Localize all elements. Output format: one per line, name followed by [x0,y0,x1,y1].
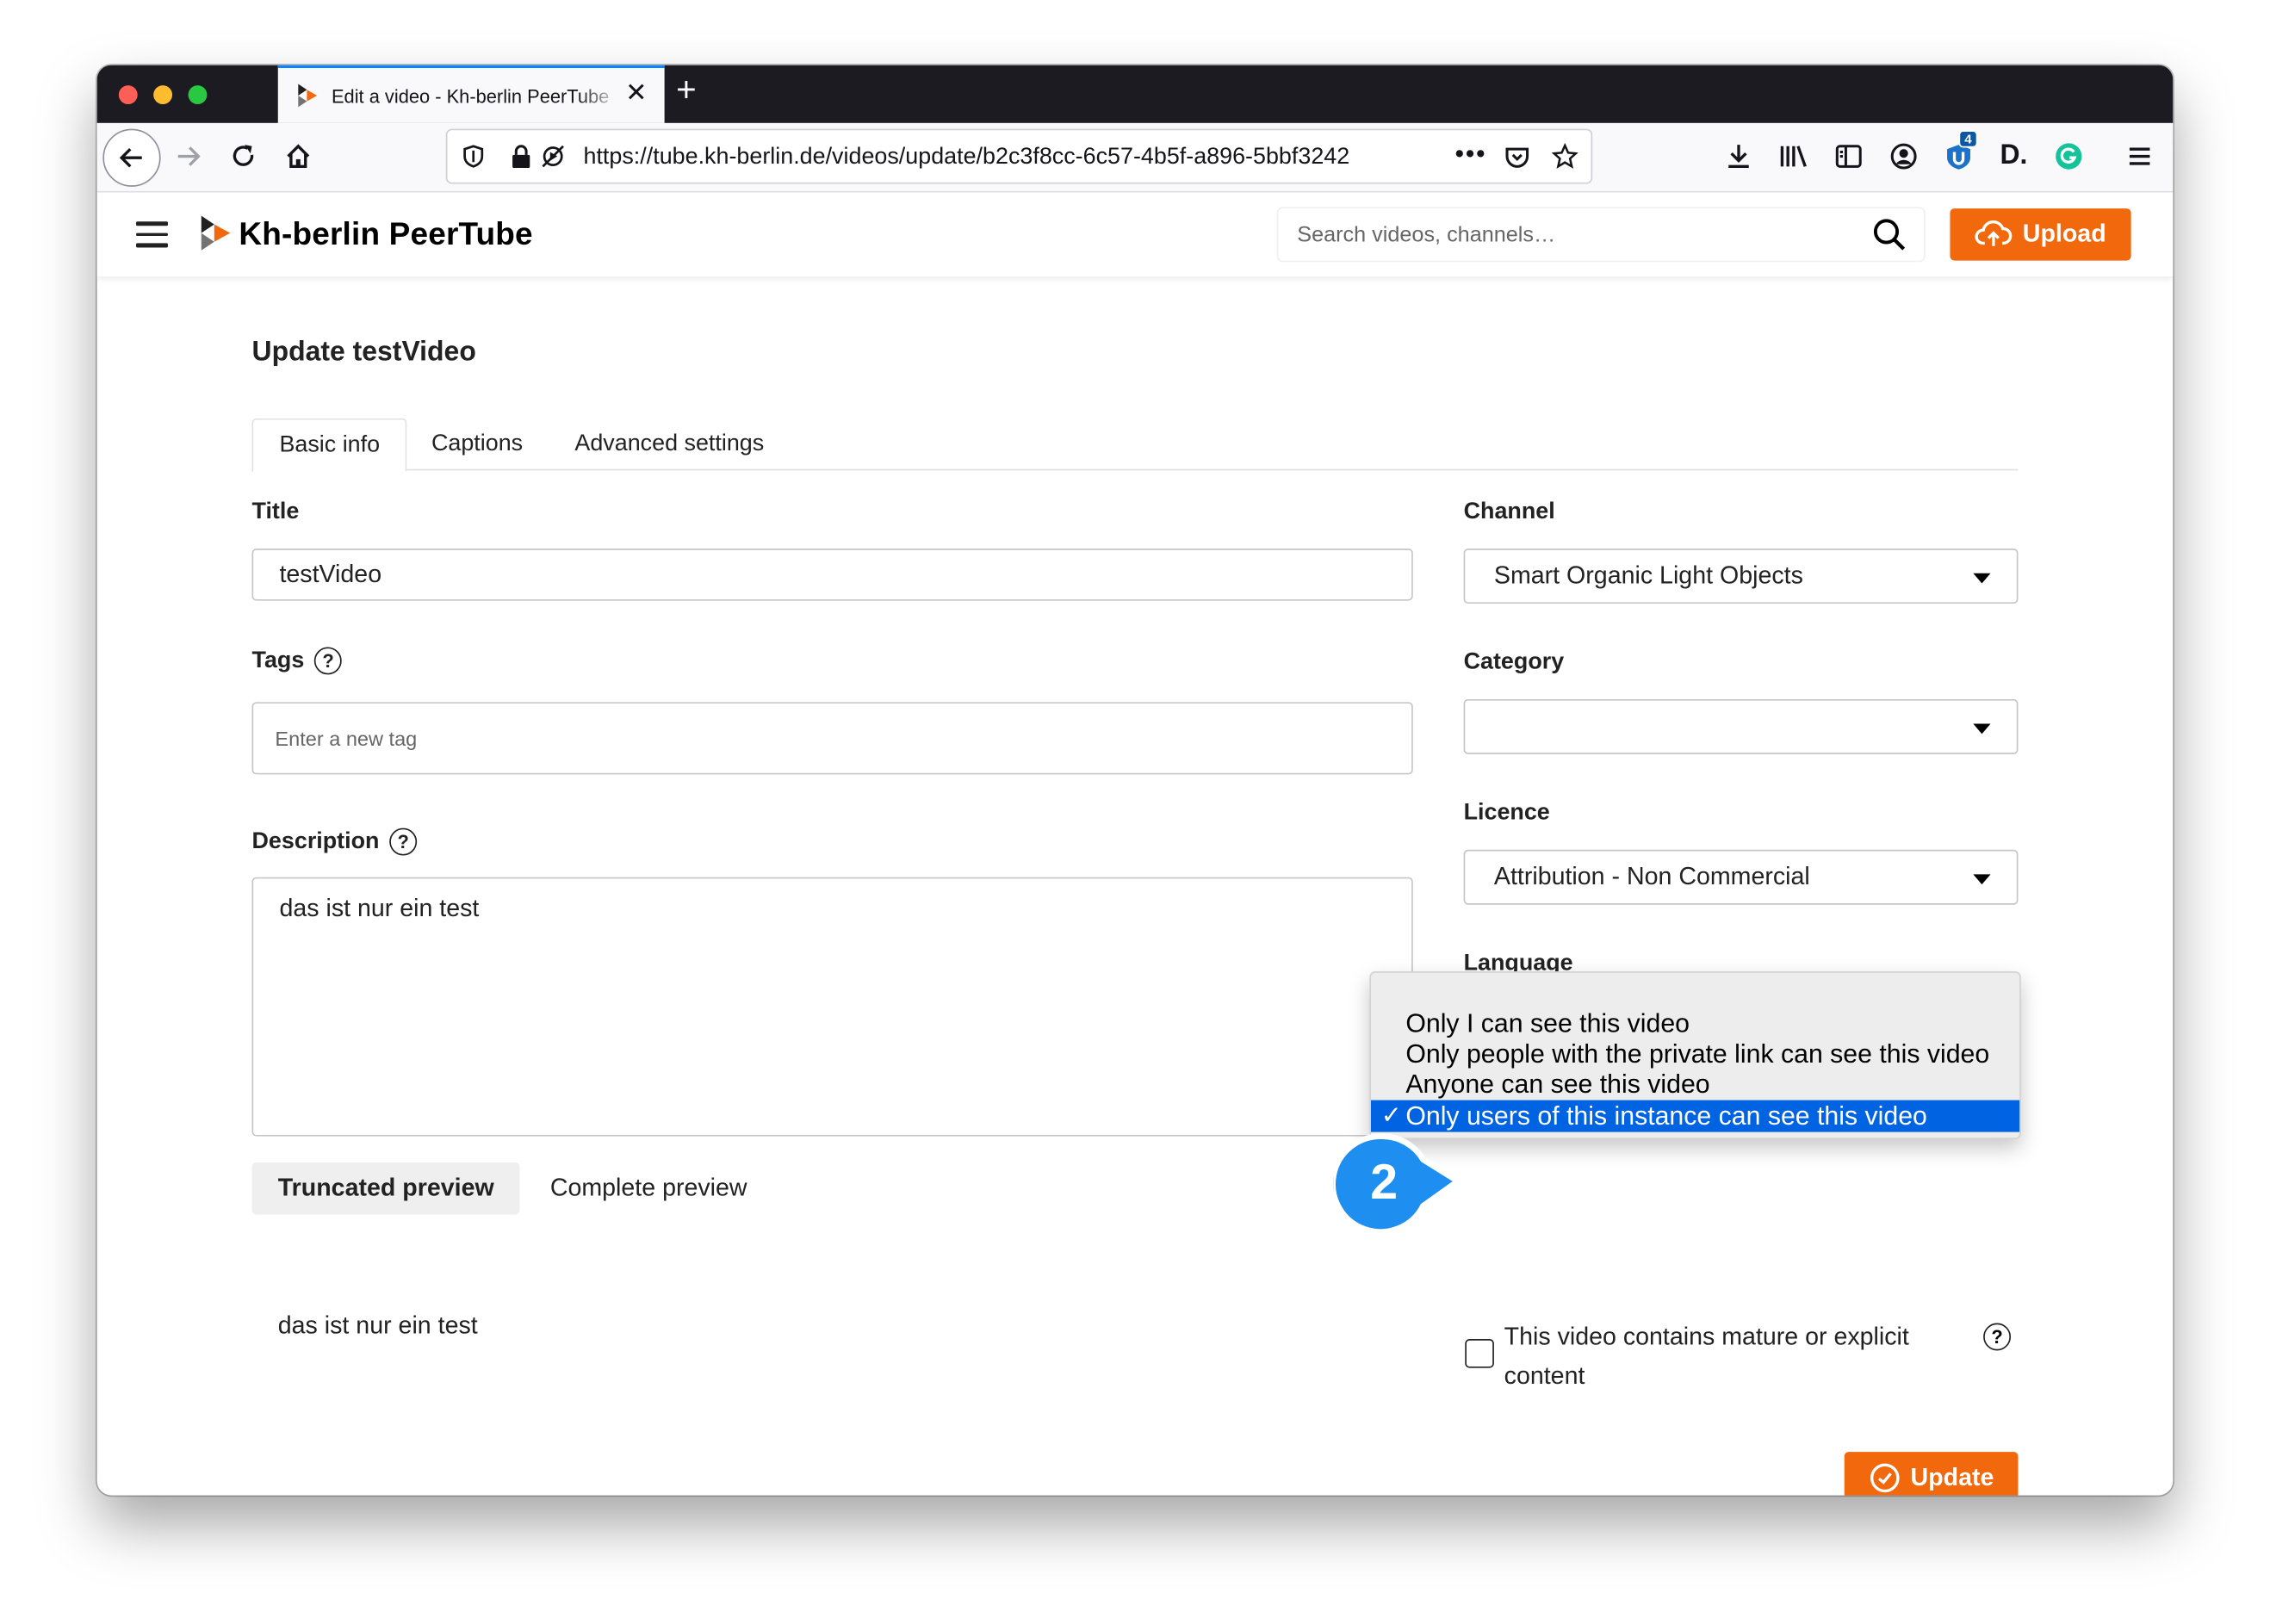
lock-icon [512,145,530,169]
description-preview: das ist nur ein test [277,1311,478,1340]
privacy-option-internal[interactable]: ✓ Only users of this instance can see th… [1371,1100,2020,1132]
extension-d-icon[interactable]: D. [1998,140,2030,172]
tab-truncated-preview[interactable]: Truncated preview [251,1162,520,1215]
tab-basic-info[interactable]: Basic info [251,418,408,473]
channel-label: Channel [1463,499,1555,524]
zoom-window-button[interactable] [188,85,208,105]
title-input[interactable]: testVideo [251,549,1413,601]
tracking-shield-icon [463,145,484,168]
chevron-down-icon [1973,723,1991,735]
update-button[interactable]: Update [1844,1452,2019,1496]
autoplay-blocked-icon [542,145,564,168]
site-header: Kh-berlin PeerTube Upload [96,192,2174,277]
licence-value: Attribution - Non Commercial [1493,862,1810,890]
description-textarea[interactable]: das ist nur ein test [251,877,1413,1137]
home-icon [287,144,310,169]
channel-value: Smart Organic Light Objects [1493,561,1803,590]
site-brand[interactable]: Kh-berlin PeerTube [239,215,532,253]
library-icon[interactable] [1777,140,1809,172]
privacy-option-internal-label: Only users of this instance can see this… [1405,1101,1927,1131]
browser-tab[interactable]: Edit a video - Kh-berlin PeerTube ✕ [277,65,665,123]
upload-button[interactable]: Upload [1950,208,2131,261]
channel-select[interactable]: Smart Organic Light Objects [1463,549,2019,604]
browser-window: Edit a video - Kh-berlin PeerTube ✕ + ht… [96,65,2174,1496]
close-window-button[interactable] [118,85,138,105]
account-icon[interactable] [1888,140,1920,172]
search-box [1278,208,1925,261]
pocket-icon[interactable] [1504,143,1530,169]
minimize-window-button[interactable] [153,85,173,105]
privacy-option-public[interactable]: Anyone can see this video [1371,1069,2019,1100]
check-circle-icon [1870,1463,1900,1493]
licence-label: Licence [1463,800,1550,826]
tab-title: Edit a video - Kh-berlin PeerTube [331,85,610,108]
reload-button[interactable] [219,132,268,181]
tags-help-icon[interactable]: ? [314,647,343,675]
bookmark-star-icon[interactable] [1552,143,1578,169]
search-icon[interactable] [1872,217,1907,251]
tags-label: Tags ? [252,647,343,675]
url-bar[interactable]: https://tube.kh-berlin.de/videos/update/… [445,128,1593,184]
grammarly-icon[interactable] [2053,140,2085,172]
mature-help-icon[interactable]: ? [1983,1323,2012,1351]
page-actions-icon[interactable]: ••• [1455,139,1487,169]
tags-input[interactable]: Enter a new tag [251,702,1413,775]
mature-content-checkbox[interactable] [1465,1339,1494,1368]
description-help-icon[interactable]: ? [389,827,418,856]
downloads-icon[interactable] [1723,140,1755,172]
chevron-down-icon [1973,573,1991,584]
mature-content-label[interactable]: This video contains mature or explicit c… [1504,1317,1938,1396]
new-tab-icon[interactable]: + [676,71,697,111]
update-label: Update [1910,1463,1994,1491]
main-content: Update testVideo Basic info Captions Adv… [97,276,2174,1496]
search-input[interactable] [1278,208,1858,261]
callout-number: 2 [1370,1155,1399,1211]
home-button[interactable] [274,132,323,181]
sidebar-icon[interactable] [1833,140,1864,172]
url-text: https://tube.kh-berlin.de/videos/update/… [583,145,1350,170]
licence-select[interactable]: Attribution - Non Commercial [1463,849,2019,905]
app-menu-icon[interactable] [2124,140,2155,172]
privacy-option-private[interactable]: Only I can see this video [1371,1007,2019,1039]
forward-button[interactable] [164,132,213,181]
step-callout-badge: 2 [1330,1133,1463,1235]
form-tabs: Basic info Captions Advanced settings [251,418,2019,473]
peertube-favicon-icon [298,84,318,108]
chevron-down-icon [1973,874,1991,885]
peertube-logo-icon[interactable] [201,215,231,251]
close-tab-icon[interactable]: ✕ [625,78,647,108]
page-title: Update testVideo [251,337,476,368]
extension-badge: 4 [1958,130,1978,148]
title-label: Title [251,499,300,524]
cloud-upload-icon [1975,220,2013,246]
extension-shield-icon[interactable]: 4 [1943,130,1978,172]
checkmark-icon: ✓ [1380,1101,1402,1130]
tab-advanced-settings[interactable]: Advanced settings [549,418,790,471]
tags-placeholder: Enter a new tag [275,726,418,750]
description-value: das ist nur ein test [279,894,480,922]
title-value: testVideo [279,560,382,588]
forward-arrow-icon [177,146,201,166]
category-select[interactable] [1463,698,2019,754]
tab-captions[interactable]: Captions [406,418,549,471]
description-label: Description ? [252,827,418,856]
back-button[interactable] [102,128,161,187]
menu-toggle-icon[interactable] [136,221,169,247]
tab-strip: Edit a video - Kh-berlin PeerTube ✕ + [96,65,2174,123]
privacy-dropdown-list: Only I can see this video Only people wi… [1369,971,2021,1140]
category-label: Category [1463,649,1565,675]
tab-complete-preview[interactable]: Complete preview [524,1162,773,1215]
reload-icon [233,145,254,166]
back-arrow-icon [119,147,142,168]
upload-label: Upload [2022,220,2106,248]
privacy-option-unlisted[interactable]: Only people with the private link can se… [1371,1038,2019,1069]
nav-bar: https://tube.kh-berlin.de/videos/update/… [96,122,2174,193]
